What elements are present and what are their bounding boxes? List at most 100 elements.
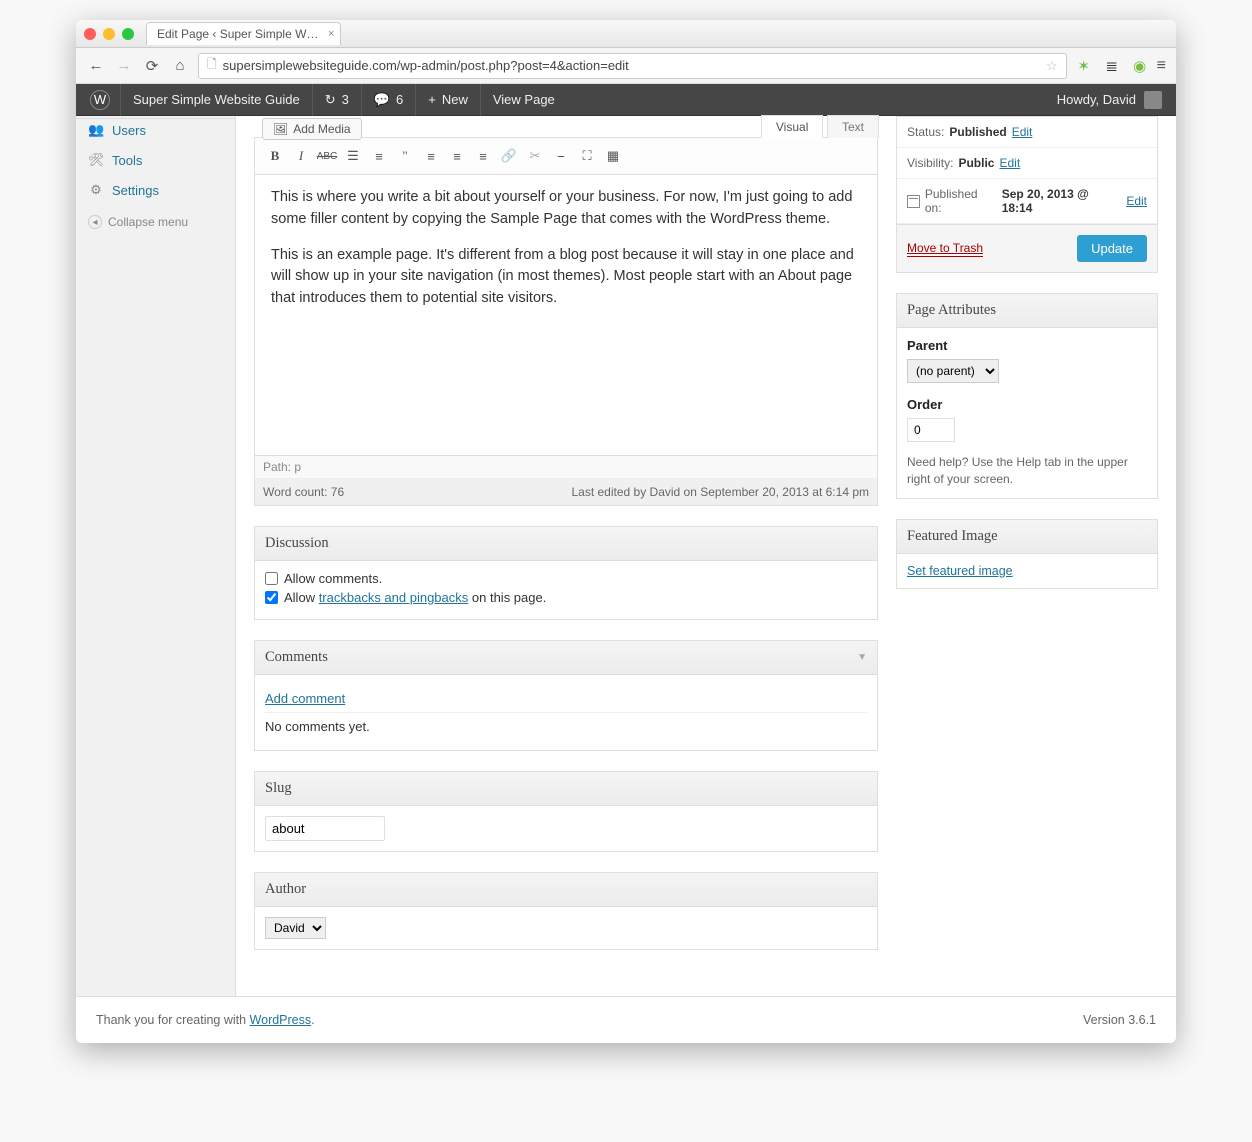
wp-logo-icon[interactable]: W [90,90,110,110]
sidebar-item-users[interactable]: 👥Users [76,118,235,145]
allow-comments-checkbox[interactable] [265,572,278,585]
home-button[interactable]: ⌂ [170,56,190,76]
wordpress-link[interactable]: WordPress [250,1013,312,1027]
slug-metabox: Slug [254,771,878,852]
allow-comments-row[interactable]: Allow comments. [265,571,867,586]
wp-admin-bar: W Super Simple Website Guide ↻3 💬6 +New … [76,84,1176,116]
author-select[interactable]: David [265,917,326,939]
window-minimize-button[interactable] [103,28,115,40]
link-button[interactable]: 🔗 [497,144,521,168]
add-comment-link[interactable]: Add comment [265,691,345,706]
kitchen-sink-button[interactable]: ▦ [601,144,625,168]
extension-evernote-icon[interactable]: ✶ [1075,57,1093,75]
page-attributes-title: Page Attributes [897,294,1157,328]
main-content: 🖼Add Media Visual Text B I ABC ☰ ≡ " ≡ [236,116,896,996]
extension-buffer-icon[interactable]: ≣ [1103,57,1121,75]
user-avatar[interactable] [1144,91,1162,109]
discussion-title: Discussion [265,535,329,552]
extension-green-icon[interactable]: ◉ [1131,57,1149,75]
plus-icon: + [428,92,436,107]
version-text: Version 3.6.1 [1083,1013,1156,1027]
admin-sidebar: 👥Users 🛠Tools ⚙Settings ◂Collapse menu [76,116,236,996]
discussion-metabox: Discussion Allow comments. Allow trackba… [254,526,878,620]
chrome-menu-icon[interactable]: ≡ [1157,57,1166,75]
move-to-trash-link[interactable]: Move to Trash [907,241,983,257]
bold-button[interactable]: B [263,144,287,168]
site-title-link[interactable]: Super Simple Website Guide [120,84,312,116]
sidebar-right: Status: Published Edit Visibility: Publi… [896,116,1176,996]
sidebar-item-tools[interactable]: 🛠Tools [76,145,235,175]
attributes-help: Need help? Use the Help tab in the upper… [907,454,1147,488]
paragraph: This is an example page. It's different … [271,245,861,310]
collapse-menu[interactable]: ◂Collapse menu [76,205,235,239]
strike-button[interactable]: ABC [315,144,339,168]
updates-link[interactable]: ↻3 [312,84,361,116]
editor-tab-visual[interactable]: Visual [761,115,823,138]
author-title: Author [265,881,306,898]
parent-select[interactable]: (no parent) [907,359,999,383]
tools-icon: 🛠 [88,152,104,168]
bookmark-star-icon[interactable]: ☆ [1046,58,1058,74]
window-titlebar: Edit Page ‹ Super Simple W… × [76,20,1176,48]
ul-button[interactable]: ☰ [341,144,365,168]
sidebar-item-settings[interactable]: ⚙Settings [76,175,235,205]
author-metabox: Author David [254,872,878,950]
word-count: Word count: 76 [263,485,344,499]
paragraph: This is where you write a bit about your… [271,187,861,231]
url-bar[interactable]: 🗋 supersimplewebsiteguide.com/wp-admin/p… [198,53,1067,79]
editor-box: B I ABC ☰ ≡ " ≡ ≡ ≡ 🔗 ✂ ⎯ ⛶ ▦ [254,137,878,506]
quote-button[interactable]: " [393,144,417,168]
trackbacks-link[interactable]: trackbacks and pingbacks [319,590,469,605]
update-button[interactable]: Update [1077,235,1147,262]
allow-trackbacks-checkbox[interactable] [265,591,278,604]
edit-status-link[interactable]: Edit [1012,125,1033,139]
align-center-button[interactable]: ≡ [445,144,469,168]
window-close-button[interactable] [84,28,96,40]
slug-title: Slug [265,780,292,797]
unlink-button[interactable]: ✂ [523,144,547,168]
window-zoom-button[interactable] [122,28,134,40]
align-right-button[interactable]: ≡ [471,144,495,168]
add-media-button[interactable]: 🖼Add Media [262,118,362,140]
italic-button[interactable]: I [289,144,313,168]
allow-trackbacks-row[interactable]: Allow trackbacks and pingbacks on this p… [265,590,867,605]
edit-visibility-link[interactable]: Edit [999,156,1020,170]
comments-link[interactable]: 💬6 [361,84,415,116]
toggle-icon[interactable]: ▼ [857,652,867,663]
collapse-arrow-icon: ◂ [88,215,102,229]
tab-title: Edit Page ‹ Super Simple W… [157,27,318,41]
featured-image-title: Featured Image [897,520,1157,554]
featured-image-box: Featured Image Set featured image [896,519,1158,589]
set-featured-image-link[interactable]: Set featured image [907,564,1013,578]
editor-path: Path: p [255,456,877,479]
refresh-icon: ↻ [325,92,336,108]
browser-tab[interactable]: Edit Page ‹ Super Simple W… × [146,22,341,45]
order-label: Order [907,397,1147,412]
comment-icon: 💬 [374,92,390,108]
tab-close-icon[interactable]: × [328,28,334,40]
align-left-button[interactable]: ≡ [419,144,443,168]
view-page-link[interactable]: View Page [480,84,567,116]
comments-title: Comments [265,649,328,666]
browser-toolbar: ← → ⟳ ⌂ 🗋 supersimplewebsiteguide.com/wp… [76,48,1176,84]
fullscreen-button[interactable]: ⛶ [575,144,599,168]
slug-input[interactable] [265,816,385,841]
page-icon: 🗋 [207,55,217,76]
order-input[interactable] [907,418,955,442]
ol-button[interactable]: ≡ [367,144,391,168]
howdy-text[interactable]: Howdy, David [1057,92,1136,107]
reload-button[interactable]: ⟳ [142,56,162,76]
more-button[interactable]: ⎯ [549,144,573,168]
new-link[interactable]: +New [415,84,480,116]
editor-tab-text[interactable]: Text [827,115,879,138]
back-button[interactable]: ← [86,56,106,76]
last-edited: Last edited by David on September 20, 20… [571,485,869,499]
forward-button[interactable]: → [114,56,134,76]
comments-metabox: Comments▼ Add comment No comments yet. [254,640,878,751]
calendar-icon [907,195,920,208]
editor-toolbar: B I ABC ☰ ≡ " ≡ ≡ ≡ 🔗 ✂ ⎯ ⛶ ▦ [255,138,877,175]
edit-date-link[interactable]: Edit [1126,194,1147,208]
url-text: supersimplewebsiteguide.com/wp-admin/pos… [223,58,629,73]
editor-content[interactable]: This is where you write a bit about your… [255,175,877,455]
users-icon: 👥 [88,122,104,138]
